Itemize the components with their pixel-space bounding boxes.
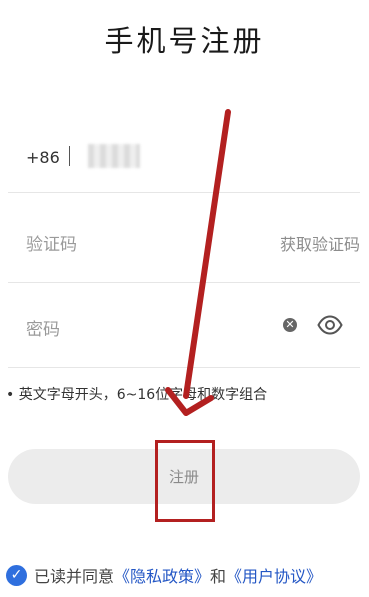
clear-icon[interactable]: ✕ <box>283 318 297 332</box>
code-placeholder: 验证码 <box>26 235 77 255</box>
eye-icon[interactable] <box>317 315 343 339</box>
country-code[interactable]: +86 <box>26 148 60 167</box>
masked-phone-number[interactable] <box>88 144 140 168</box>
phone-field[interactable]: +86 <box>8 112 360 193</box>
agreement-and: 和 <box>210 567 227 586</box>
verification-code-field[interactable]: 验证码 获取验证码 <box>8 202 360 283</box>
check-icon[interactable]: ✓ <box>6 564 27 586</box>
agreement-row: ✓ 已读并同意 《隐私政策》 和 《用户协议》 <box>6 563 322 587</box>
register-button[interactable]: 注册 <box>8 449 360 504</box>
get-code-button[interactable]: 获取验证码 <box>280 231 360 255</box>
password-hint: • 英文字母开头，6~16位字母和数字组合 <box>6 387 268 403</box>
divider <box>69 146 70 166</box>
password-placeholder: 密码 <box>26 320 60 340</box>
password-field[interactable]: 密码 ✕ <box>8 287 360 368</box>
privacy-policy-link[interactable]: 《隐私政策》 <box>114 563 210 587</box>
user-agreement-link[interactable]: 《用户协议》 <box>226 563 322 587</box>
agreement-prefix: 已读并同意 <box>34 567 115 586</box>
page-title: 手机号注册 <box>104 24 265 58</box>
